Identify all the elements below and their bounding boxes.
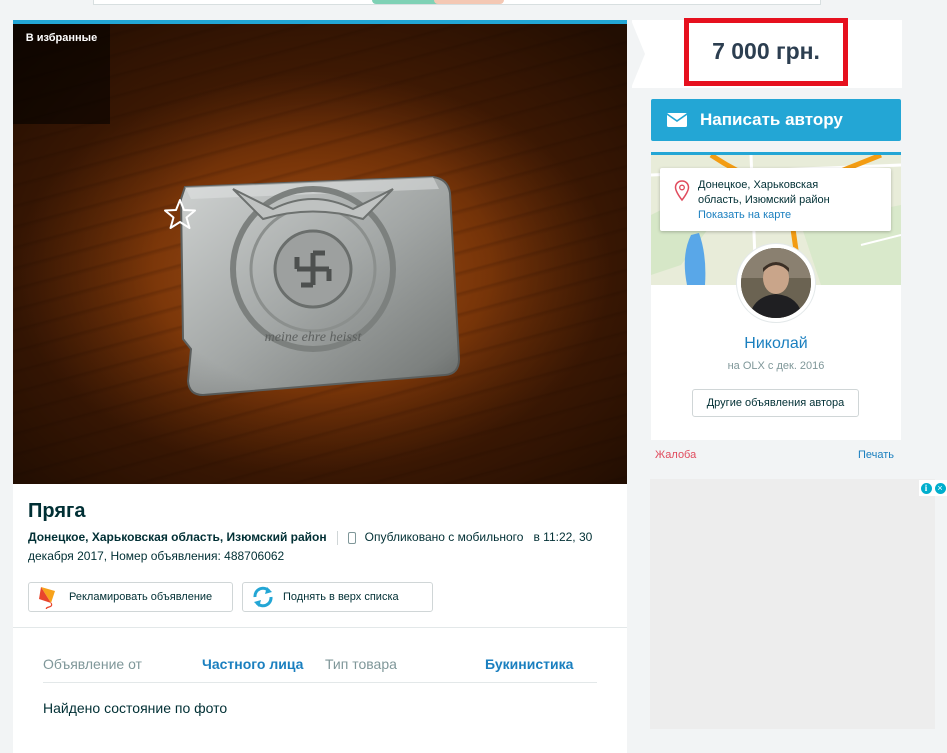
ad-title: Пряга: [28, 500, 86, 522]
envelope-icon: [667, 113, 687, 127]
location-pin-icon: [674, 180, 690, 202]
ad-choices-badge[interactable]: i ×: [919, 480, 947, 496]
published-date-and-id: декабря 2017, Номер объявления: 48870606…: [28, 549, 285, 563]
top-ad-banner[interactable]: [93, 0, 821, 5]
promote-button[interactable]: Рекламировать объявление: [28, 582, 233, 612]
print-link[interactable]: Печать: [858, 449, 894, 461]
ad-photo[interactable]: meine ehre heisst В избранные: [13, 24, 627, 484]
ad-main-column: meine ehre heisst В избранные Пряга Доне…: [13, 20, 627, 753]
mobile-phone-icon: [347, 531, 356, 544]
refresh-arrows-icon: [253, 586, 273, 608]
ad-meta: Донецкое, Харьковская область, Изюмский …: [28, 528, 618, 566]
close-icon[interactable]: ×: [934, 482, 946, 494]
ad-details-table: Объявление от Частного лица Тип товара Б…: [43, 649, 597, 683]
raise-button[interactable]: Поднять в верх списка: [242, 582, 433, 612]
seller-name[interactable]: Николай: [651, 335, 901, 353]
kite-icon: [39, 587, 55, 609]
favorites-button[interactable]: В избранные: [13, 24, 196, 229]
info-icon[interactable]: i: [920, 482, 932, 494]
seller-since: на OLX с дек. 2016: [727, 360, 825, 372]
ad-location: Донецкое, Харьковская область, Изюмский …: [28, 530, 327, 544]
write-author-button[interactable]: Написать автору: [651, 99, 901, 141]
detail-value-private[interactable]: Частного лица: [202, 656, 303, 672]
detail-key-offer-from: Объявление от: [43, 656, 142, 672]
avatar[interactable]: [737, 244, 815, 322]
map-location-popup: Донецкое, Харьковская область, Изюмский …: [660, 168, 891, 231]
star-icon: [164, 199, 196, 229]
raise-label: Поднять в верх списка: [283, 591, 399, 603]
map-address: Донецкое, Харьковская область, Изюмский …: [698, 179, 830, 206]
seller-card: Донецкое, Харьковская область, Изюмский …: [651, 152, 901, 440]
complain-link[interactable]: Жалоба: [655, 449, 696, 461]
promote-label: Рекламировать объявление: [69, 591, 213, 603]
write-author-label: Написать автору: [700, 110, 843, 129]
ad-description: Найдено состояние по фото: [43, 700, 228, 716]
show-on-map-link[interactable]: Показать на карте: [698, 209, 791, 221]
sidebar-advertisement[interactable]: [650, 479, 935, 729]
published-time: в 11:22, 30: [533, 530, 593, 544]
detail-value-books[interactable]: Букинистика: [485, 656, 573, 672]
published-mobile: Опубликовано с мобильного: [364, 530, 524, 544]
price-highlight-frame: [684, 18, 848, 86]
other-ads-button[interactable]: Другие объявления автора: [692, 389, 859, 417]
favorites-label: В избранные: [25, 32, 98, 44]
detail-key-goods-type: Тип товара: [325, 656, 397, 672]
